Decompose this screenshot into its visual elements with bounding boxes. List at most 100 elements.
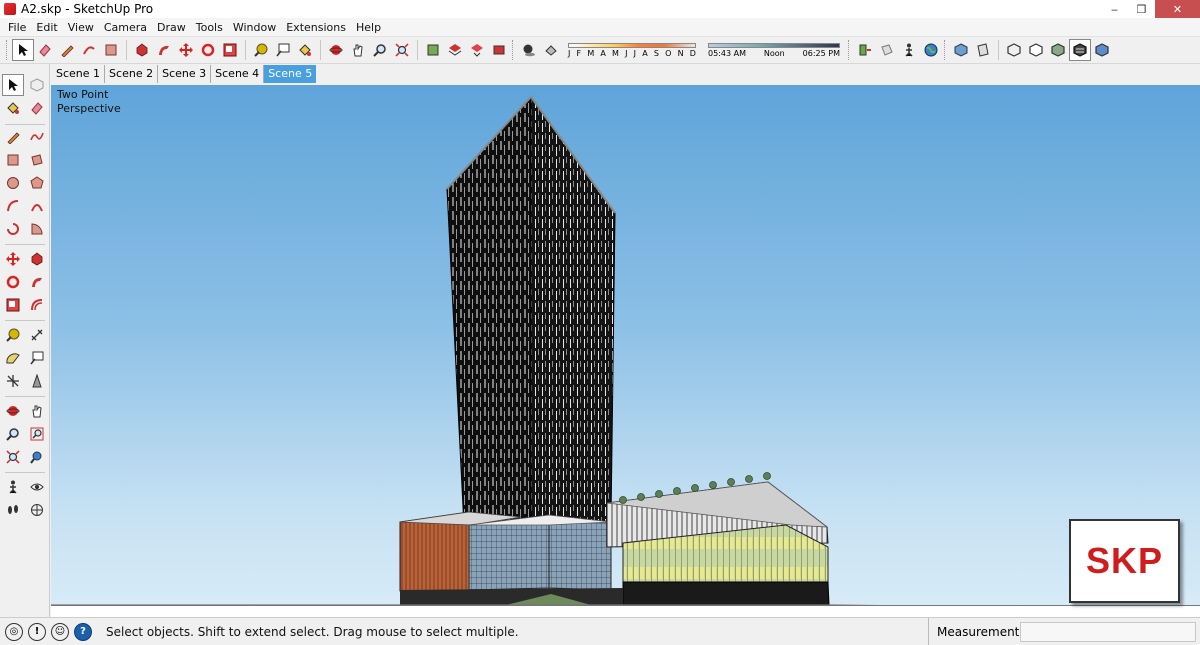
menu-camera[interactable]: Camera xyxy=(99,21,152,34)
measurements-input[interactable] xyxy=(1020,622,1196,642)
orbit-button[interactable] xyxy=(325,39,347,61)
3d-text-button[interactable] xyxy=(26,370,48,392)
text-tool-button[interactable] xyxy=(272,39,294,61)
follow-me-button[interactable] xyxy=(153,39,175,61)
zoom-button[interactable] xyxy=(2,423,24,445)
paint-bucket-button[interactable] xyxy=(294,39,316,61)
rectangle-tool-button[interactable] xyxy=(2,149,24,171)
extension-warehouse-button[interactable] xyxy=(488,39,510,61)
text-tool-button[interactable] xyxy=(26,347,48,369)
tab-scene-3[interactable]: Scene 3 xyxy=(158,65,212,83)
pan-button[interactable] xyxy=(347,39,369,61)
tape-measure-button[interactable] xyxy=(250,39,272,61)
menu-window[interactable]: Window xyxy=(228,21,281,34)
position-camera-button[interactable] xyxy=(898,39,920,61)
push-pull-button[interactable] xyxy=(26,248,48,270)
walk-button[interactable] xyxy=(2,499,24,521)
section-plane-button[interactable] xyxy=(26,499,48,521)
axes-button[interactable] xyxy=(2,370,24,392)
tab-scene-2[interactable]: Scene 2 xyxy=(105,65,159,83)
time-slider-track[interactable] xyxy=(708,42,840,48)
offset-button[interactable] xyxy=(26,294,48,316)
style-xray-button[interactable] xyxy=(1003,39,1025,61)
building-model[interactable] xyxy=(51,85,1200,617)
paint-bucket-button[interactable] xyxy=(2,97,24,119)
shadows-toggle-button[interactable] xyxy=(518,39,540,61)
menu-extensions[interactable]: Extensions xyxy=(281,21,351,34)
minimize-button[interactable]: ‒ xyxy=(1101,0,1128,18)
make-component-button[interactable] xyxy=(26,74,48,96)
share-component-button[interactable] xyxy=(466,39,488,61)
maximize-button[interactable]: ❐ xyxy=(1128,0,1155,18)
line-tool-button[interactable] xyxy=(2,126,24,148)
menu-edit[interactable]: Edit xyxy=(31,21,62,34)
toolbar-grip[interactable] xyxy=(512,40,515,60)
tape-measure-button[interactable] xyxy=(2,324,24,346)
freehand-tool-button[interactable] xyxy=(26,126,48,148)
pan-button[interactable] xyxy=(26,400,48,422)
follow-me-button[interactable] xyxy=(26,271,48,293)
style-hidden-line-button[interactable] xyxy=(1025,39,1047,61)
view-iso-button[interactable] xyxy=(950,39,972,61)
view-top-button[interactable] xyxy=(972,39,994,61)
share-model-button[interactable] xyxy=(444,39,466,61)
shape-tool-button[interactable] xyxy=(100,39,122,61)
style-textured-button[interactable] xyxy=(1069,39,1091,61)
user-account-icon[interactable]: ☺ xyxy=(51,622,69,641)
zoom-extents-button[interactable] xyxy=(391,39,413,61)
rotated-rectangle-button[interactable] xyxy=(26,149,48,171)
rotate-button[interactable] xyxy=(2,271,24,293)
section-plane-button[interactable] xyxy=(854,39,876,61)
select-tool-button[interactable] xyxy=(12,39,34,61)
style-shaded-button[interactable] xyxy=(1047,39,1069,61)
menu-tools[interactable]: Tools xyxy=(191,21,228,34)
arc-tool-button[interactable] xyxy=(78,39,100,61)
orbit-button[interactable] xyxy=(2,400,24,422)
model-viewport[interactable]: Two Point Perspective SKP xyxy=(51,85,1200,617)
zoom-window-button[interactable] xyxy=(26,423,48,445)
polygon-tool-button[interactable] xyxy=(26,172,48,194)
geo-location-status-icon[interactable]: ◎ xyxy=(5,622,23,641)
tab-scene-4[interactable]: Scene 4 xyxy=(211,65,265,83)
move-button[interactable] xyxy=(2,248,24,270)
position-camera-button[interactable] xyxy=(2,476,24,498)
date-slider-track[interactable] xyxy=(568,42,696,48)
menu-file[interactable]: File xyxy=(3,21,31,34)
eraser-tool-button[interactable] xyxy=(34,39,56,61)
previous-view-button[interactable] xyxy=(26,446,48,468)
dimension-button[interactable] xyxy=(26,324,48,346)
two-point-arc-button[interactable] xyxy=(26,195,48,217)
toolbar-grip[interactable] xyxy=(848,40,851,60)
close-button[interactable]: ✕ xyxy=(1155,0,1200,18)
toolbar-grip[interactable] xyxy=(944,40,947,60)
zoom-button[interactable] xyxy=(369,39,391,61)
three-point-arc-button[interactable] xyxy=(2,218,24,240)
menu-draw[interactable]: Draw xyxy=(152,21,191,34)
scale-button[interactable] xyxy=(219,39,241,61)
display-section-planes-button[interactable] xyxy=(876,39,898,61)
fog-toggle-button[interactable] xyxy=(540,39,562,61)
tab-scene-5[interactable]: Scene 5 xyxy=(264,65,317,83)
style-monochrome-button[interactable] xyxy=(1091,39,1113,61)
scale-button[interactable] xyxy=(2,294,24,316)
warehouse-button[interactable] xyxy=(422,39,444,61)
eraser-tool-button[interactable] xyxy=(26,97,48,119)
tab-scene-1[interactable]: Scene 1 xyxy=(52,65,106,83)
circle-tool-button[interactable] xyxy=(2,172,24,194)
push-pull-button[interactable] xyxy=(131,39,153,61)
select-tool-button[interactable] xyxy=(2,74,24,96)
geo-location-button[interactable] xyxy=(920,39,942,61)
shadow-date-slider[interactable]: J F M A M J J A S O N D xyxy=(568,42,696,58)
zoom-extents-button[interactable] xyxy=(2,446,24,468)
move-button[interactable] xyxy=(175,39,197,61)
menu-view[interactable]: View xyxy=(63,21,99,34)
menu-help[interactable]: Help xyxy=(351,21,386,34)
pie-tool-button[interactable] xyxy=(26,218,48,240)
arc-tool-button[interactable] xyxy=(2,195,24,217)
credits-status-icon[interactable]: ! xyxy=(28,622,46,641)
rotate-button[interactable] xyxy=(197,39,219,61)
instructor-help-icon[interactable]: ? xyxy=(74,622,92,641)
line-tool-button[interactable] xyxy=(56,39,78,61)
shadow-time-slider[interactable]: 05:43 AM Noon 06:25 PM xyxy=(708,42,840,58)
protractor-button[interactable] xyxy=(2,347,24,369)
